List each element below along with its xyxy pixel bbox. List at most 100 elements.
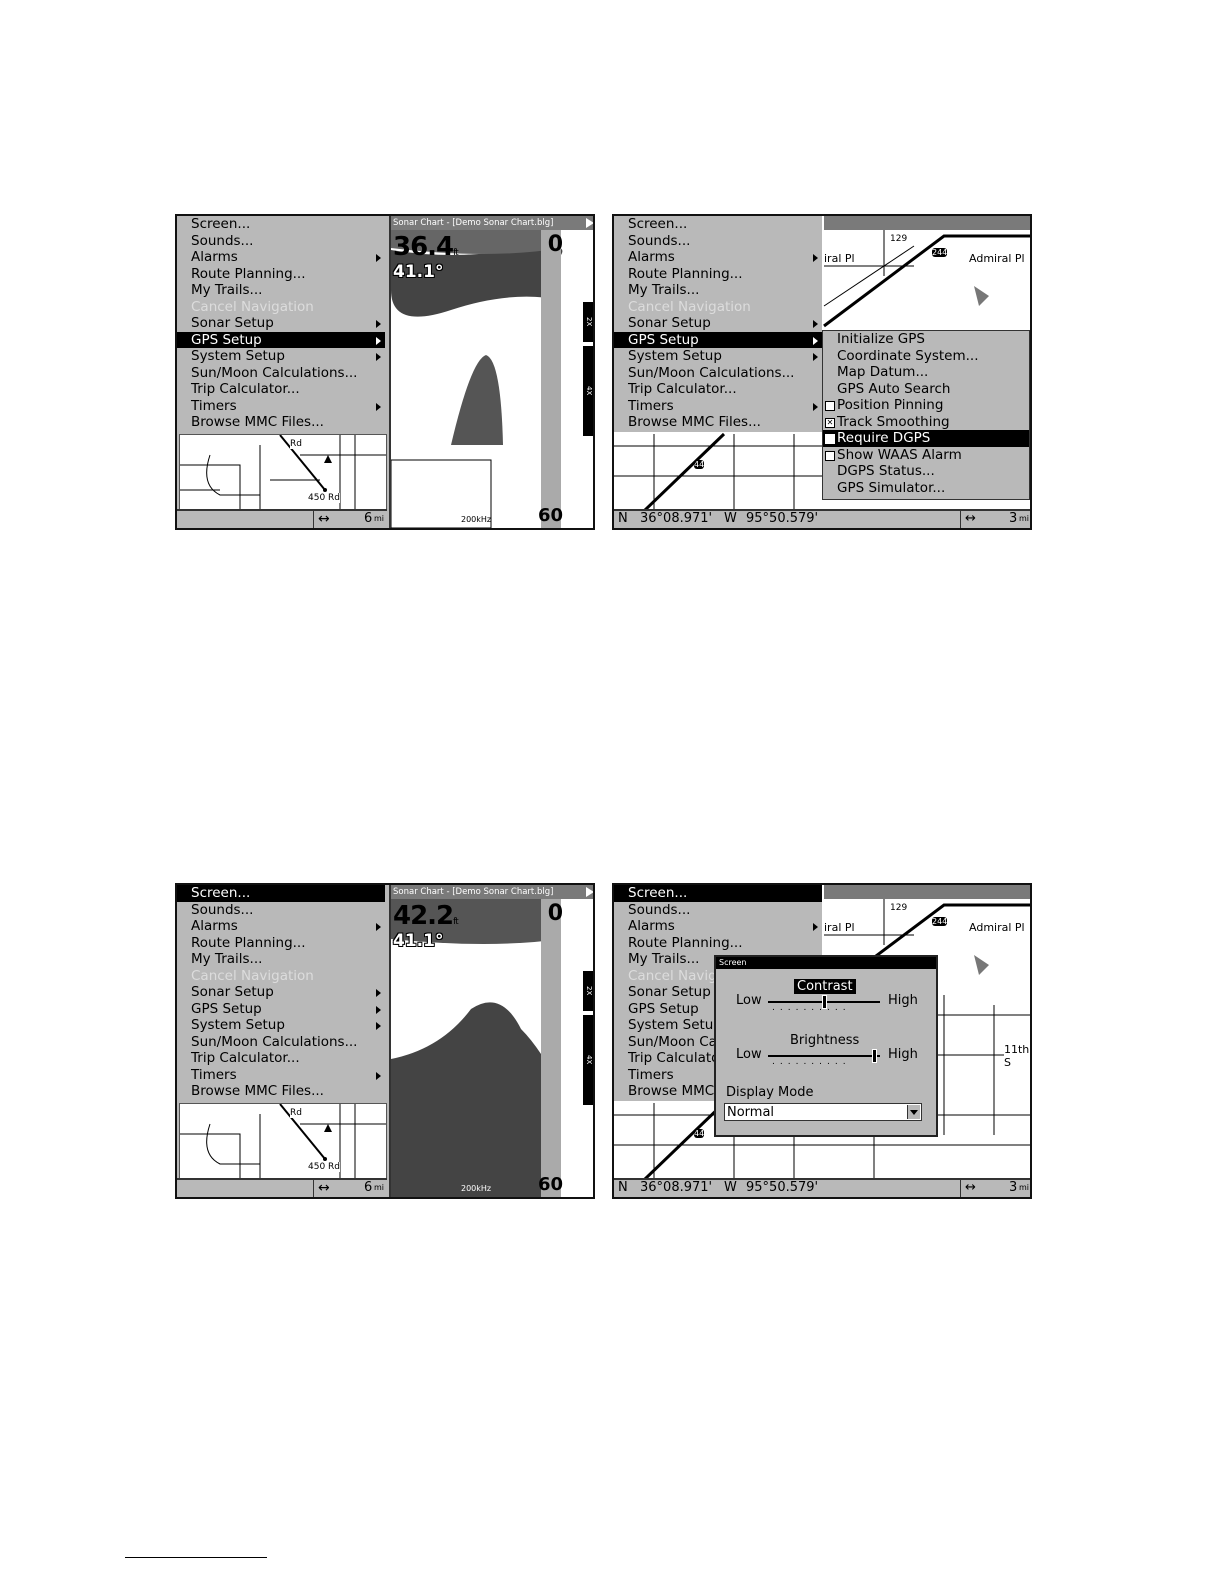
chevron-right-icon: [376, 402, 381, 411]
menu-item-my-trails[interactable]: My Trails...: [177, 282, 385, 299]
menu-item-browse-mmc-files[interactable]: Browse MMC Files...: [177, 1083, 385, 1100]
menu-item-sonar-setup[interactable]: Sonar Setup: [614, 315, 822, 332]
menu-item-trip-calculator[interactable]: Trip Calculator...: [177, 1050, 385, 1067]
chevron-down-icon[interactable]: [907, 1105, 920, 1119]
display-mode-select[interactable]: Normal: [724, 1103, 922, 1121]
menu-item-alarms[interactable]: Alarms: [177, 249, 385, 266]
menu-item-sounds[interactable]: Sounds...: [177, 902, 385, 919]
screenshot-screen-menu-sonar: Screen... Sounds... Alarms Route Planning..…: [175, 883, 595, 1199]
menu-item-screen[interactable]: Screen...: [177, 885, 385, 902]
menu-item-route-planning[interactable]: Route Planning...: [614, 266, 822, 283]
menu-item-route-planning[interactable]: Route Planning...: [177, 266, 385, 283]
menu-item-my-trails[interactable]: My Trails...: [614, 282, 822, 299]
menu-item-gps-setup[interactable]: GPS Setup: [177, 331, 385, 348]
menu-item-sun-moon-calculations[interactable]: Sun/Moon Calculations...: [614, 365, 822, 382]
play-icon[interactable]: [586, 887, 593, 897]
chevron-right-icon: [813, 923, 818, 931]
menu-item-sun-moon-calculations[interactable]: Sun/Moon Calculations...: [177, 1034, 385, 1051]
depth-scale-bottom: 60: [537, 1174, 563, 1195]
coordinate-bar: N 36°08.971' W 95°50.579' ↔ 3 mi: [614, 1178, 1030, 1197]
menu-item-sonar-setup[interactable]: Sonar Setup: [177, 984, 385, 1001]
chevron-right-icon: [376, 923, 381, 931]
admiral-label: Admiral Pl: [969, 252, 1025, 265]
menu-item-sonar-setup[interactable]: Sonar Setup: [177, 315, 385, 332]
admiral-label: Admiral Pl: [969, 921, 1025, 934]
contrast-high-label: High: [888, 993, 918, 1008]
menu-item-screen[interactable]: Screen...: [614, 216, 822, 233]
chevron-right-icon: [376, 320, 381, 328]
menu-item-route-planning[interactable]: Route Planning...: [177, 935, 385, 952]
menu-item-timers[interactable]: Timers: [177, 398, 385, 415]
longitude: 95°50.579': [746, 511, 819, 526]
menu-item-sun-moon-calculations[interactable]: Sun/Moon Calculations...: [177, 365, 385, 382]
rd-label: Rd: [290, 1108, 302, 1118]
menu-item-timers[interactable]: Timers: [177, 1067, 385, 1084]
menu-item-sounds[interactable]: Sounds...: [177, 233, 385, 250]
route-244-label: 244: [932, 248, 948, 257]
lon-prefix: W: [724, 511, 737, 526]
menu-item-browse-mmc-files[interactable]: Browse MMC Files...: [614, 414, 822, 431]
sonar-chart: Sonar Chart - [Demo Sonar Chart.blg] 36.…: [389, 216, 593, 528]
menu-item-browse-mmc-files[interactable]: Browse MMC Files...: [177, 414, 385, 431]
submenu-item-position-pinning[interactable]: Position Pinning: [823, 397, 1029, 414]
menu-item-alarms[interactable]: Alarms: [614, 249, 822, 266]
contrast-label[interactable]: Contrast: [794, 979, 856, 994]
mini-map-roads: [180, 1104, 386, 1182]
submenu-item-track-smoothing[interactable]: ✕ Track Smoothing: [823, 414, 1029, 431]
menu-item-gps-setup[interactable]: GPS Setup: [177, 1001, 385, 1018]
chevron-right-icon: [376, 989, 381, 997]
menu-item-timers[interactable]: Timers: [614, 398, 822, 415]
zoom-value: 6: [364, 511, 373, 526]
submenu-item-initialize-gps[interactable]: Initialize GPS: [823, 331, 1029, 348]
latitude: 36°08.971': [640, 1180, 713, 1195]
chevron-right-icon: [813, 336, 818, 345]
mini-status-bar: ↔ 6 mi: [177, 1178, 387, 1197]
zoom-range-icon: ↔: [318, 1180, 330, 1196]
chevron-right-icon: [813, 402, 818, 411]
menu-item-alarms[interactable]: Alarms: [177, 918, 385, 935]
chevron-right-icon: [376, 1071, 381, 1080]
zoom-unit: mi: [1019, 514, 1030, 523]
submenu-item-show-waas-alarm[interactable]: Show WAAS Alarm: [823, 447, 1029, 464]
chevron-right-icon: [376, 1005, 381, 1014]
menu-item-screen[interactable]: Screen...: [177, 216, 385, 233]
menu-item-route-planning[interactable]: Route Planning...: [614, 935, 822, 952]
menu-item-alarms[interactable]: Alarms: [614, 918, 822, 935]
checkbox-icon[interactable]: [825, 434, 835, 444]
menu-item-gps-setup[interactable]: GPS Setup: [614, 331, 822, 348]
menu-item-system-setup[interactable]: System Setup: [177, 1017, 385, 1034]
menu-item-sounds[interactable]: Sounds...: [614, 902, 822, 919]
submenu-item-dgps-status[interactable]: DGPS Status...: [823, 463, 1029, 480]
menu-item-sounds[interactable]: Sounds...: [614, 233, 822, 250]
temperature-readout: 41.1°: [393, 262, 444, 282]
gps-setup-submenu: Initialize GPS Coordinate System... Map Da…: [822, 330, 1030, 500]
brightness-high-label: High: [888, 1047, 918, 1062]
menu-item-system-setup[interactable]: System Setup: [177, 348, 385, 365]
depth-scale-top: 0: [547, 232, 563, 257]
play-icon[interactable]: [586, 218, 593, 228]
chevron-right-icon: [376, 336, 381, 345]
submenu-item-gps-auto-search[interactable]: GPS Auto Search: [823, 381, 1029, 398]
menu-item-trip-calculator[interactable]: Trip Calculator...: [177, 381, 385, 398]
submenu-item-require-dgps[interactable]: Require DGPS: [823, 430, 1029, 447]
submenu-item-gps-simulator[interactable]: GPS Simulator...: [823, 480, 1029, 497]
menu-item-system-setup[interactable]: System Setup: [614, 348, 822, 365]
depth-scale-top: 0: [547, 901, 563, 926]
checkbox-icon[interactable]: [825, 401, 835, 411]
chevron-right-icon: [813, 353, 818, 361]
checkbox-icon[interactable]: [825, 450, 835, 461]
depth-readout: 36.4ft: [393, 232, 459, 262]
menu-item-trip-calculator[interactable]: Trip Calculator...: [614, 381, 822, 398]
chevron-right-icon: [376, 254, 381, 262]
zoom-value: 6: [364, 1180, 373, 1195]
menu-item-my-trails[interactable]: My Trails...: [177, 951, 385, 968]
submenu-item-coordinate-system[interactable]: Coordinate System...: [823, 348, 1029, 365]
brightness-slider-handle[interactable]: [872, 1049, 878, 1063]
chevron-right-icon: [813, 254, 818, 262]
menu-item-screen[interactable]: Screen...: [614, 885, 822, 902]
footer-rule: [125, 1557, 267, 1558]
chevron-right-icon: [376, 1022, 381, 1030]
submenu-item-map-datum[interactable]: Map Datum...: [823, 364, 1029, 381]
checkbox-checked-icon[interactable]: ✕: [825, 417, 835, 428]
contrast-low-label: Low: [736, 993, 762, 1008]
